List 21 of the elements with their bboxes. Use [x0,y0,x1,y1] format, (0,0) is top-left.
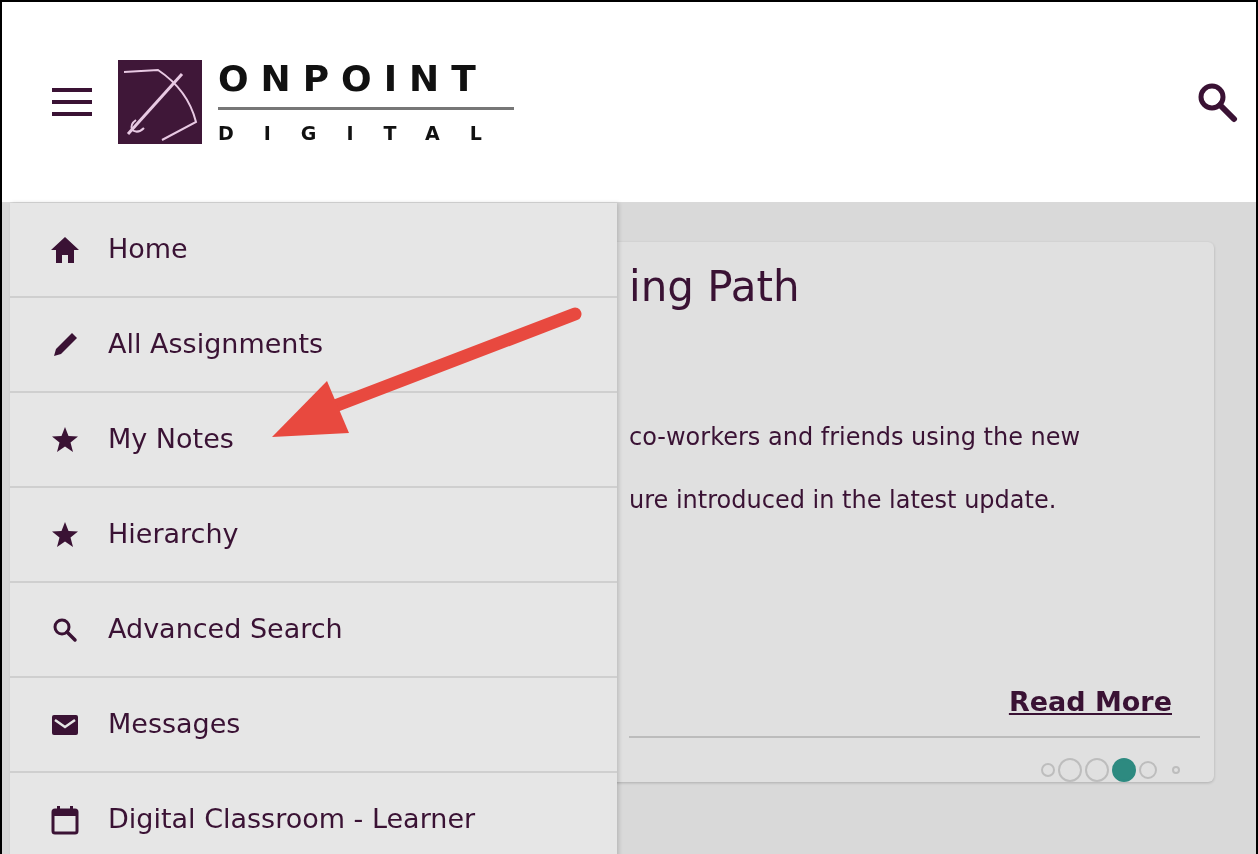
menu-icon[interactable] [52,86,94,118]
logo-text: ONPOINT [218,61,489,97]
read-more-link[interactable]: Read More [1008,681,1172,722]
logo-subtitle: DIGITAL [218,124,513,143]
carousel-dot[interactable] [1139,761,1157,779]
card-text: ure introduced in the latest update. [629,485,1058,517]
card-text: co-workers and friends using the new [629,422,1082,454]
menu-item[interactable]: Hierarchy [10,488,617,583]
menu-item[interactable]: Home [10,203,617,298]
card-title: ing Path [629,262,801,313]
carousel-dot[interactable] [1058,758,1082,782]
search-icon[interactable] [1196,81,1238,123]
archer-logo-icon [118,60,202,144]
carousel-dot[interactable] [1085,758,1109,782]
carousel-dot[interactable] [1112,758,1136,782]
menu-item[interactable]: Advanced Search [10,583,617,678]
carousel-dot[interactable] [1041,763,1055,777]
menu-item[interactable]: All Assignments [10,298,617,393]
menu-item[interactable]: Digital Classroom - Learner [10,773,617,854]
carousel-dot[interactable] [1172,766,1180,774]
menu-item[interactable]: Messages [10,678,617,773]
